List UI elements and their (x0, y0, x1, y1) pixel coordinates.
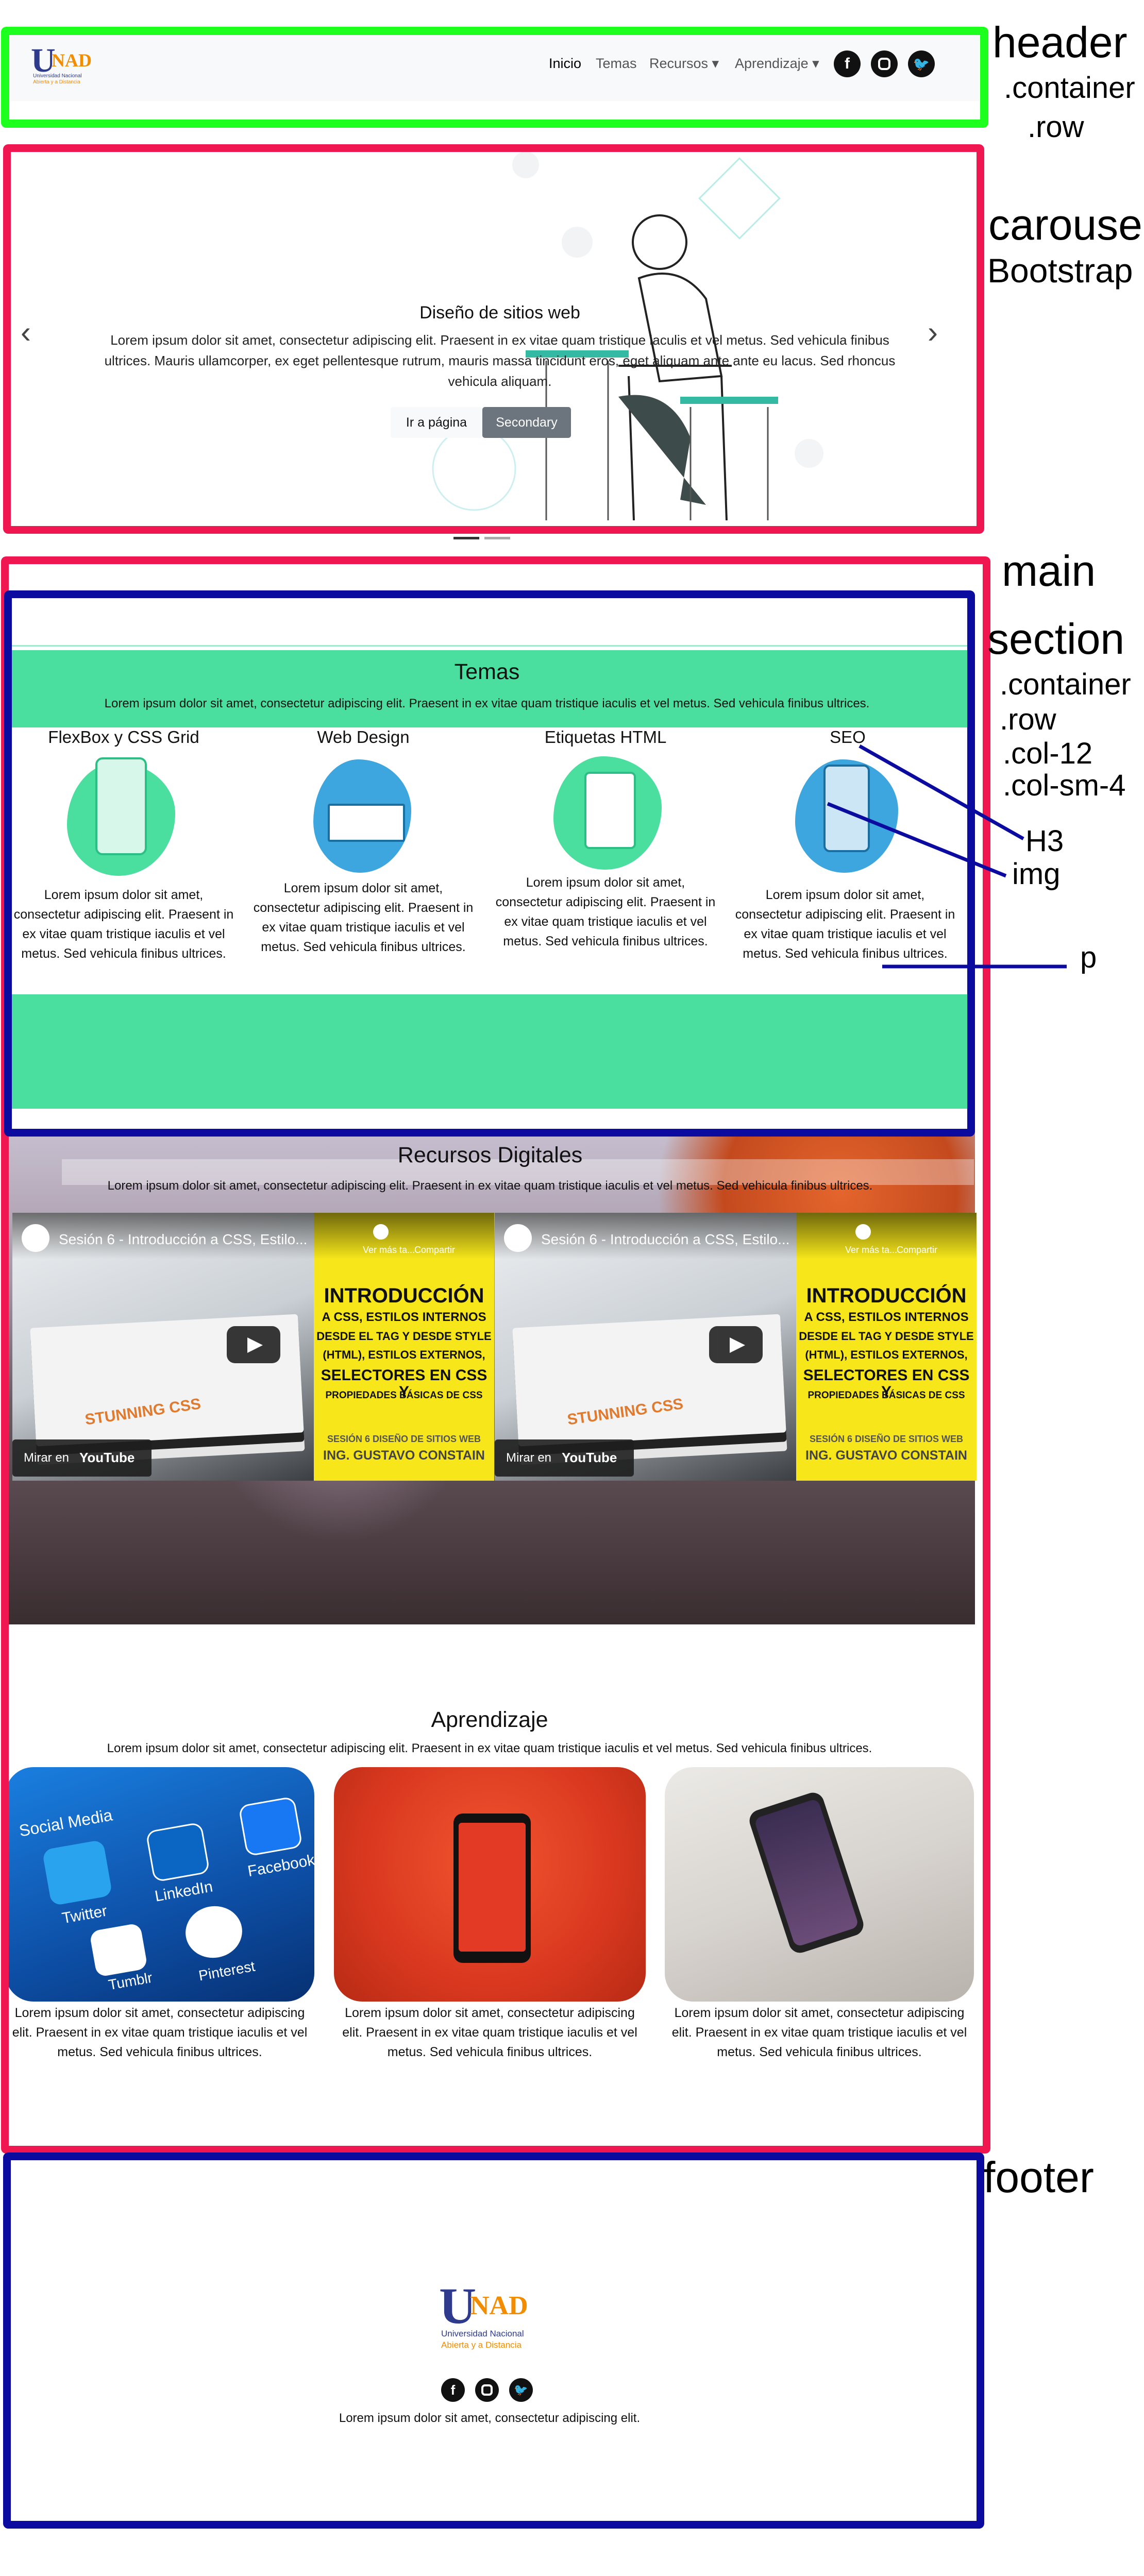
annotation-leader-lines (827, 744, 1067, 969)
annotation-header-row: .row (1028, 110, 1084, 144)
annotation-main: main (1002, 547, 1096, 595)
annotation-h3: H3 (1025, 824, 1064, 858)
annotation-header-container: .container (1004, 71, 1135, 105)
annotation-colsm4: .col-sm-4 (1003, 769, 1126, 802)
annotation-col12: .col-12 (1003, 737, 1093, 770)
annotation-header: header (992, 18, 1128, 66)
annotation-section-container: .container (1000, 668, 1131, 701)
annotation-section-row: .row (1000, 703, 1056, 736)
annotation-section: section (987, 615, 1125, 663)
annotation-img: img (1012, 857, 1061, 891)
annotation-carousel: carousel (988, 200, 1144, 249)
annotation-footer: footer (983, 2153, 1094, 2201)
annotation-p: p (1080, 941, 1097, 974)
annotation-bootstrap: Bootstrap (987, 251, 1133, 290)
